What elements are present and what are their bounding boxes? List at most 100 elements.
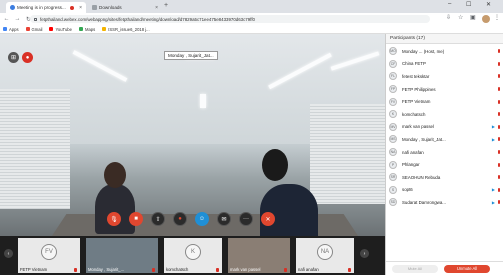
participant-name: nafi anafan: [402, 149, 424, 155]
minimize-icon[interactable]: –: [448, 1, 451, 7]
microphone-muted-icon[interactable]: [497, 124, 500, 129]
microphone-muted-icon[interactable]: [497, 61, 500, 66]
microphone-muted-icon[interactable]: [497, 99, 500, 104]
chat-button[interactable]: ✉: [217, 212, 231, 226]
extension-icon[interactable]: ▣: [470, 14, 476, 21]
bookmarks-bar: Apps Gmail YouTube Maps ISSR_issue6_2018…: [0, 25, 503, 34]
avatar: SR: [389, 173, 397, 182]
download-icon[interactable]: ⇩: [446, 14, 451, 21]
microphone-muted-icon[interactable]: [497, 137, 500, 142]
participant-item[interactable]: SR SEAOHUN Rebuda: [386, 171, 503, 184]
microphone-muted-icon[interactable]: [497, 49, 500, 54]
microphone-muted-icon[interactable]: [497, 175, 500, 180]
microphone-muted-icon[interactable]: [497, 200, 500, 205]
tab-title: Downloads: [99, 5, 122, 10]
video-icon: ▶: [491, 187, 495, 193]
thumbnail[interactable]: NA nafi anafan: [296, 238, 354, 273]
bookmark-youtube[interactable]: YouTube: [49, 27, 72, 32]
browser-toolbar: ← → ↻ fetpthailand.webex.com/webappng/si…: [0, 13, 503, 25]
avatar: CF: [389, 59, 397, 68]
microphone-muted-icon[interactable]: [497, 74, 500, 79]
unmute-all-button[interactable]: Unmute All: [444, 264, 490, 273]
microphone-muted-icon: [284, 268, 287, 272]
bookmark-gmail[interactable]: Gmail: [25, 27, 42, 32]
participant-item[interactable]: P Phlangar: [386, 158, 503, 171]
chat-icon: ✉: [221, 216, 227, 223]
more-icon: ···: [243, 216, 249, 222]
share-icon: ⇧: [155, 216, 161, 223]
tab-downloads[interactable]: Downloads ×: [88, 2, 162, 13]
stop-video-button[interactable]: ■: [129, 212, 143, 226]
bookmark-maps[interactable]: Maps: [78, 27, 95, 32]
participant-name: China FETP: [402, 61, 426, 67]
microphone-muted-icon[interactable]: [497, 112, 500, 117]
leave-button[interactable]: ✕: [261, 212, 275, 226]
participant-head: [262, 149, 288, 181]
mute-all-button[interactable]: Mute All: [392, 264, 438, 273]
participant-item[interactable]: FL fetest teksktar: [386, 70, 503, 83]
share-button[interactable]: ⇧: [151, 212, 165, 226]
camera-off-icon: ■: [134, 216, 138, 222]
avatar: P: [389, 160, 397, 169]
participant-item[interactable]: MV mark van passel ▶: [386, 121, 503, 134]
participant-item[interactable]: CF China FETP: [386, 58, 503, 71]
participant-item[interactable]: MS Monday , Sujarit_Jat... ▶: [386, 133, 503, 146]
microphone-muted-icon[interactable]: [497, 87, 500, 92]
window-blinds: [310, 104, 385, 204]
participants-button[interactable]: ☺: [195, 212, 209, 226]
bookmark-star-icon[interactable]: ☆: [458, 14, 463, 21]
gmail-icon: [25, 27, 30, 31]
close-tab-icon[interactable]: ×: [155, 5, 158, 11]
thumbnail[interactable]: K komchatsch: [164, 238, 222, 273]
scroll-left-icon[interactable]: ‹: [4, 249, 13, 258]
close-window-icon[interactable]: ✕: [486, 1, 491, 8]
participant-item[interactable]: MO Monday ... (Host, me): [386, 45, 503, 58]
maximize-icon[interactable]: ☐: [466, 1, 471, 8]
person-icon: ☺: [198, 216, 206, 222]
thumbnail[interactable]: FV FETP Vietnam: [18, 238, 80, 273]
more-button[interactable]: ···: [239, 212, 253, 226]
microphone-muted-icon[interactable]: [497, 162, 500, 167]
avatar: MS: [389, 135, 397, 144]
maps-icon: [78, 27, 83, 31]
participant-item[interactable]: SD Sudarat Damrongwa... ▶: [386, 196, 503, 209]
microphone-muted-icon[interactable]: [497, 187, 500, 192]
participant-name: Monday , Sujarit_Jat...: [402, 136, 446, 142]
video-icon: ▶: [491, 199, 495, 205]
participant-item[interactable]: Ssopt6 ▶: [386, 184, 503, 197]
microphone-muted-icon[interactable]: [497, 150, 500, 155]
forward-icon[interactable]: →: [13, 16, 22, 22]
avatar: FL: [389, 72, 397, 81]
participant-item[interactable]: FP FETP Philippines: [386, 83, 503, 96]
close-tab-icon[interactable]: ×: [79, 5, 82, 11]
thumbnail[interactable]: Monday , Sujarit_...: [86, 238, 158, 273]
video-icon: ▶: [491, 136, 495, 142]
participant-item[interactable]: Kkomchatsch: [386, 108, 503, 121]
layout-icon[interactable]: ⊞: [8, 52, 19, 63]
thumbnail[interactable]: mark van passel: [228, 238, 290, 273]
video-icon: ▶: [491, 124, 495, 130]
lock-icon: [34, 17, 37, 21]
participant-item[interactable]: FV FETP Vietnam: [386, 95, 503, 108]
participant-name: mark van passel: [402, 124, 434, 130]
bookmark-issr[interactable]: ISSR_issue6_2018 j...: [102, 27, 150, 32]
bookmark-apps[interactable]: Apps: [3, 27, 19, 32]
recording-icon: [69, 5, 74, 10]
mute-button[interactable]: 🎙: [107, 212, 121, 226]
thumbnail-name: mark van passel: [230, 267, 261, 272]
panel-footer: Mute All Unmute All: [386, 261, 503, 275]
menu-icon[interactable]: ⋮: [494, 14, 500, 21]
scroll-right-icon[interactable]: ›: [360, 249, 369, 258]
url-text: fetpthailand.webex.com/webappng/sites/fe…: [40, 16, 255, 22]
avatar: K: [389, 110, 397, 119]
new-tab-button[interactable]: +: [164, 2, 168, 9]
avatar: NA: [389, 148, 397, 157]
profile-avatar[interactable]: [482, 15, 490, 23]
downloads-icon: [92, 5, 97, 10]
record-button[interactable]: ●: [173, 212, 187, 226]
tab-meeting[interactable]: Meeting is in progress... ×: [6, 2, 86, 13]
participant-item[interactable]: NA nafi anafan: [386, 146, 503, 159]
back-icon[interactable]: ←: [2, 16, 11, 22]
address-bar[interactable]: fetpthailand.webex.com/webappng/sites/fe…: [30, 15, 430, 23]
participant-head: [104, 162, 126, 188]
